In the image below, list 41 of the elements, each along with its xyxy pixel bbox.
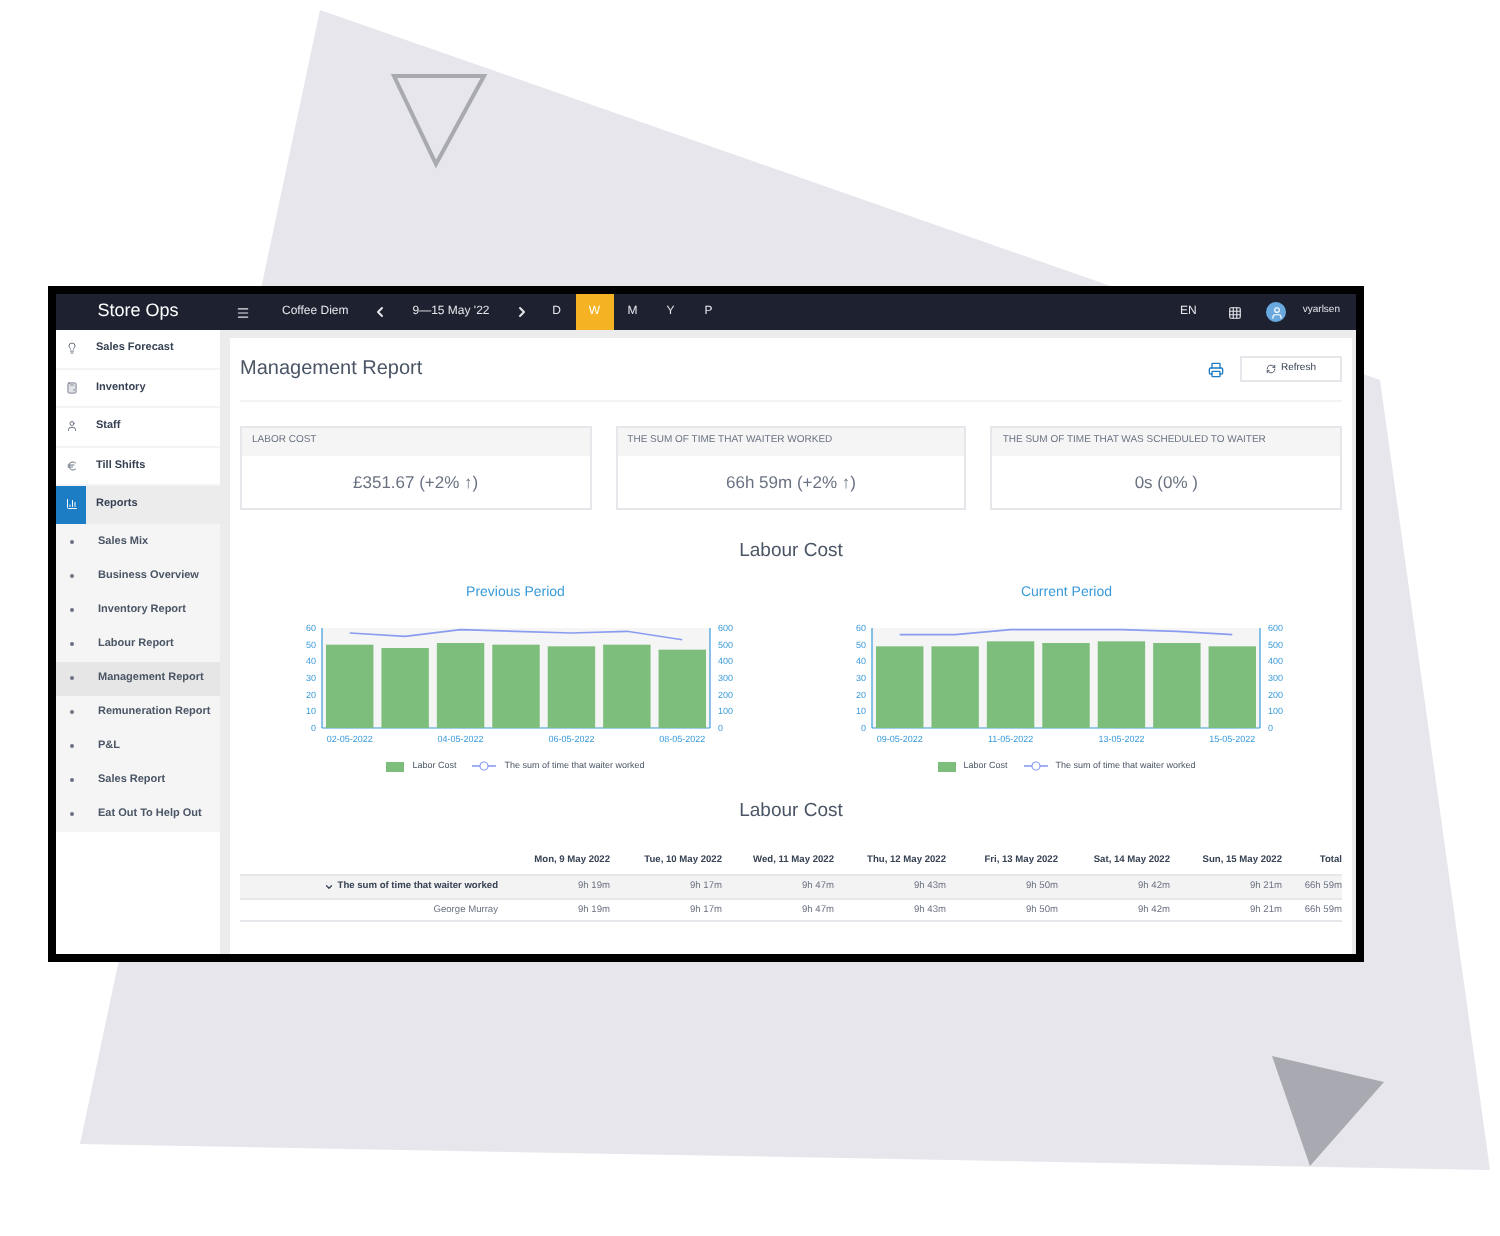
- bar: [602, 644, 651, 728]
- bar: [658, 649, 706, 728]
- legend-swatch: [386, 761, 405, 772]
- menu-icon: [236, 305, 250, 319]
- legend-swatch: [937, 761, 956, 772]
- bar: [1153, 643, 1202, 728]
- triangle-outline: [390, 74, 488, 169]
- bar: [1209, 646, 1257, 728]
- printer-icon: [1208, 361, 1225, 377]
- card-value: 0s (0% ): [1132, 469, 1200, 496]
- person-icon: [65, 420, 77, 433]
- euro-icon: [65, 459, 77, 472]
- avatar-icon: [1266, 302, 1287, 322]
- page-title: Management Report: [240, 356, 425, 384]
- bar: [491, 644, 540, 728]
- card-value: 66h 59m (+2% ↑): [724, 469, 858, 496]
- chevron-left-icon: [372, 304, 389, 320]
- bar: [987, 641, 1035, 728]
- grid-icon: [1228, 305, 1243, 319]
- bar-chart-icon: [65, 498, 77, 511]
- lightbulb-icon: [65, 342, 77, 355]
- bar: [547, 646, 595, 728]
- bar: [931, 646, 980, 728]
- bar: [436, 643, 484, 728]
- legend-line-icon: [1023, 760, 1048, 773]
- refresh-icon: [1266, 364, 1277, 374]
- triangle-shape: [1272, 1056, 1384, 1166]
- bar: [1098, 641, 1146, 728]
- section-title: Labour Cost: [737, 797, 845, 826]
- app-title: Store Ops: [95, 298, 181, 325]
- bar: [380, 648, 429, 728]
- card-value: £351.67 (+2% ↑): [351, 469, 481, 496]
- bar: [1042, 643, 1091, 728]
- legend-line-icon: [472, 760, 497, 773]
- chevron-down-icon: [323, 882, 334, 893]
- print-button[interactable]: [1208, 361, 1225, 377]
- bar: [876, 646, 924, 728]
- section-title: Labour Cost: [737, 538, 845, 567]
- bar: [325, 644, 373, 728]
- calculator-icon: [65, 381, 77, 394]
- chevron-right-icon: [513, 304, 530, 320]
